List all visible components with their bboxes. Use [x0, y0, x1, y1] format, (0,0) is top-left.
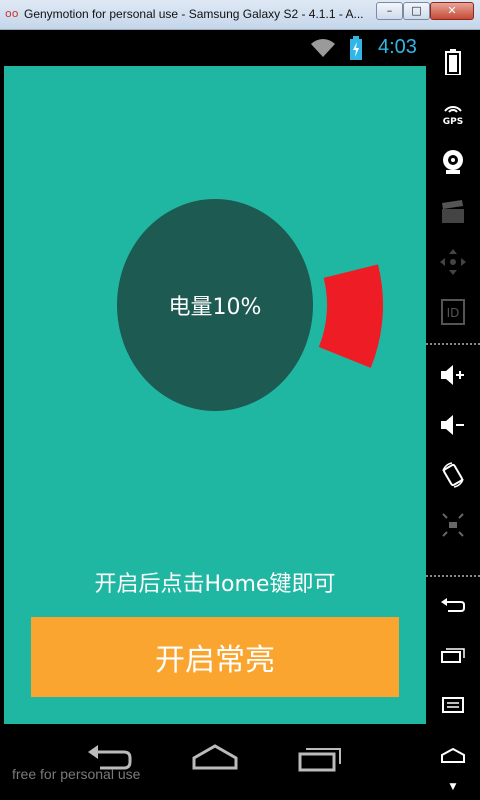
status-bar: 4:03 [4, 30, 426, 66]
app-screen: 电量10% 开启后点击Home键即可 开启常亮 [4, 66, 426, 724]
scroll-down-icon[interactable]: ▼ [426, 782, 480, 792]
device-frame: 4:03 电量10% 开启后点击Home键即可 开启常亮 free for pe… [0, 30, 480, 800]
minimize-button[interactable]: – [376, 2, 403, 20]
home-icon[interactable] [190, 742, 240, 776]
close-button[interactable]: ✕ [430, 2, 474, 20]
battery-circle: 电量10% [117, 199, 313, 411]
status-clock: 4:03 [378, 36, 417, 58]
volume-down-icon[interactable] [426, 405, 480, 445]
keep-screen-on-button[interactable]: 开启常亮 [31, 617, 399, 697]
id-icon[interactable]: ID [426, 292, 480, 332]
watermark: free for personal use [12, 766, 141, 782]
battery-icon[interactable] [426, 42, 480, 82]
rotate-icon[interactable] [426, 455, 480, 495]
window-titlebar: oo Genymotion for personal use - Samsung… [0, 0, 480, 30]
sidebar-divider [426, 575, 480, 577]
recent-apps-icon[interactable] [426, 635, 480, 675]
battery-charging-icon [349, 36, 363, 64]
maximize-button[interactable]: □ [403, 2, 430, 20]
home-icon[interactable] [426, 735, 480, 775]
recent-apps-icon[interactable] [296, 742, 344, 776]
wifi-icon [310, 38, 336, 62]
sidebar-divider [426, 343, 480, 345]
scale-icon[interactable] [426, 505, 480, 545]
genymotion-sidebar: GPS ID ▼ [426, 30, 480, 800]
menu-icon[interactable] [426, 685, 480, 725]
back-icon[interactable] [426, 585, 480, 625]
camera-icon[interactable] [426, 142, 480, 182]
genymotion-logo-icon: oo [5, 7, 19, 20]
gps-icon[interactable]: GPS [426, 92, 480, 132]
clapperboard-icon[interactable] [426, 192, 480, 232]
battery-level-label: 电量10% [168, 295, 262, 320]
gps-label: GPS [442, 116, 464, 127]
navigation-bar: free for personal use [4, 724, 426, 800]
dpad-icon[interactable] [426, 242, 480, 282]
volume-up-icon[interactable] [426, 355, 480, 395]
hint-text: 开启后点击Home键即可 [94, 572, 336, 597]
window-title: Genymotion for personal use - Samsung Ga… [24, 7, 364, 21]
id-label: ID [447, 306, 460, 320]
